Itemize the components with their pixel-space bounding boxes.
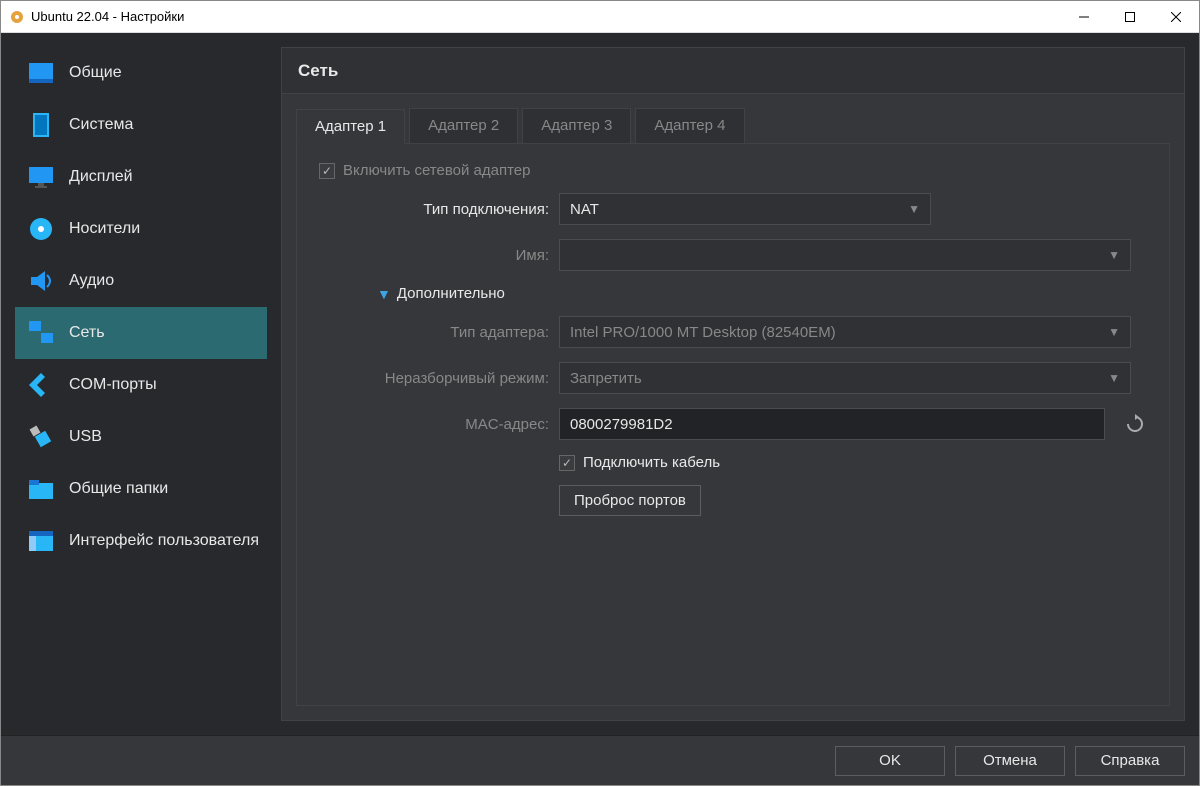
panel-title: Сеть [298, 61, 338, 81]
titlebar: Ubuntu 22.04 - Настройки [1, 1, 1199, 33]
tab-adapter-1[interactable]: Адаптер 1 [296, 109, 405, 144]
mac-label: MAC-адрес: [319, 416, 549, 433]
close-button[interactable] [1153, 1, 1199, 32]
triangle-down-icon: ▼ [377, 286, 391, 302]
name-combo: ▼ [559, 239, 1131, 271]
port-forwarding-button[interactable]: Проброс портов [559, 485, 701, 516]
folder-icon [25, 473, 57, 505]
sidebar-item-label: Аудио [69, 272, 114, 290]
attached-to-combo[interactable]: NAT ▼ [559, 193, 931, 225]
audio-icon [25, 265, 57, 297]
adapter-type-combo: Intel PRO/1000 MT Desktop (82540EM) ▼ [559, 316, 1131, 348]
sidebar-item-shared[interactable]: Общие папки [15, 463, 267, 515]
sidebar-item-general[interactable]: Общие [15, 47, 267, 99]
sidebar-item-usb[interactable]: USB [15, 411, 267, 463]
cable-connected-checkbox[interactable]: ✓ [559, 455, 575, 471]
tab-adapter-3[interactable]: Адаптер 3 [522, 108, 631, 143]
refresh-icon[interactable] [1123, 412, 1147, 436]
tab-adapter-4[interactable]: Адаптер 4 [635, 108, 744, 143]
advanced-toggle[interactable]: ▼ Дополнительно [319, 285, 1147, 302]
sidebar-item-label: Сеть [69, 324, 105, 342]
tab-adapter-2[interactable]: Адаптер 2 [409, 108, 518, 143]
chevron-down-icon: ▼ [1108, 325, 1120, 339]
settings-window: Ubuntu 22.04 - Настройки Общие Система [0, 0, 1200, 786]
mac-address-field[interactable] [559, 408, 1105, 440]
attached-to-label: Тип подключения: [319, 201, 549, 218]
storage-icon [25, 213, 57, 245]
sidebar-item-label: Интерфейс пользователя [69, 532, 259, 550]
serial-icon [25, 369, 57, 401]
ok-button[interactable]: OK [835, 746, 945, 776]
enable-adapter-label: Включить сетевой адаптер [343, 162, 530, 179]
sidebar-item-serial[interactable]: COM-порты [15, 359, 267, 411]
sidebar-item-network[interactable]: Сеть [15, 307, 267, 359]
minimize-button[interactable] [1061, 1, 1107, 32]
panel-header: Сеть [281, 47, 1185, 93]
sidebar-item-ui[interactable]: Интерфейс пользователя [15, 515, 267, 567]
tab-content: ✓ Включить сетевой адаптер Тип подключен… [296, 143, 1170, 706]
chevron-down-icon: ▼ [908, 202, 920, 216]
tab-bar: Адаптер 1 Адаптер 2 Адаптер 3 Адаптер 4 [296, 108, 1170, 143]
promiscuous-combo: Запретить ▼ [559, 362, 1131, 394]
general-icon [25, 57, 57, 89]
ui-icon [25, 525, 57, 557]
sidebar-item-label: USB [69, 428, 102, 446]
dialog-footer: OK Отмена Справка [1, 735, 1199, 785]
enable-adapter-checkbox[interactable]: ✓ [319, 163, 335, 179]
help-button[interactable]: Справка [1075, 746, 1185, 776]
sidebar: Общие Система Дисплей Носители Аудио Сет… [15, 47, 267, 721]
sidebar-item-storage[interactable]: Носители [15, 203, 267, 255]
sidebar-item-system[interactable]: Система [15, 99, 267, 151]
maximize-button[interactable] [1107, 1, 1153, 32]
main-panel: Сеть Адаптер 1 Адаптер 2 Адаптер 3 Адапт… [281, 47, 1185, 721]
chevron-down-icon: ▼ [1108, 371, 1120, 385]
sidebar-item-label: COM-порты [69, 376, 157, 394]
sidebar-item-display[interactable]: Дисплей [15, 151, 267, 203]
sidebar-item-audio[interactable]: Аудио [15, 255, 267, 307]
sidebar-item-label: Общие папки [69, 480, 168, 498]
cancel-button[interactable]: Отмена [955, 746, 1065, 776]
adapter-type-label: Тип адаптера: [319, 324, 549, 341]
promiscuous-label: Неразборчивый режим: [319, 370, 549, 387]
sidebar-item-label: Общие [69, 64, 122, 82]
system-icon [25, 109, 57, 141]
display-icon [25, 161, 57, 193]
window-title: Ubuntu 22.04 - Настройки [31, 9, 1061, 24]
network-icon [25, 317, 57, 349]
name-label: Имя: [319, 247, 549, 264]
sidebar-item-label: Носители [69, 220, 140, 238]
usb-icon [25, 421, 57, 453]
chevron-down-icon: ▼ [1108, 248, 1120, 262]
gear-icon [9, 9, 25, 25]
cable-connected-label: Подключить кабель [583, 454, 720, 471]
sidebar-item-label: Система [69, 116, 133, 134]
sidebar-item-label: Дисплей [69, 168, 133, 186]
